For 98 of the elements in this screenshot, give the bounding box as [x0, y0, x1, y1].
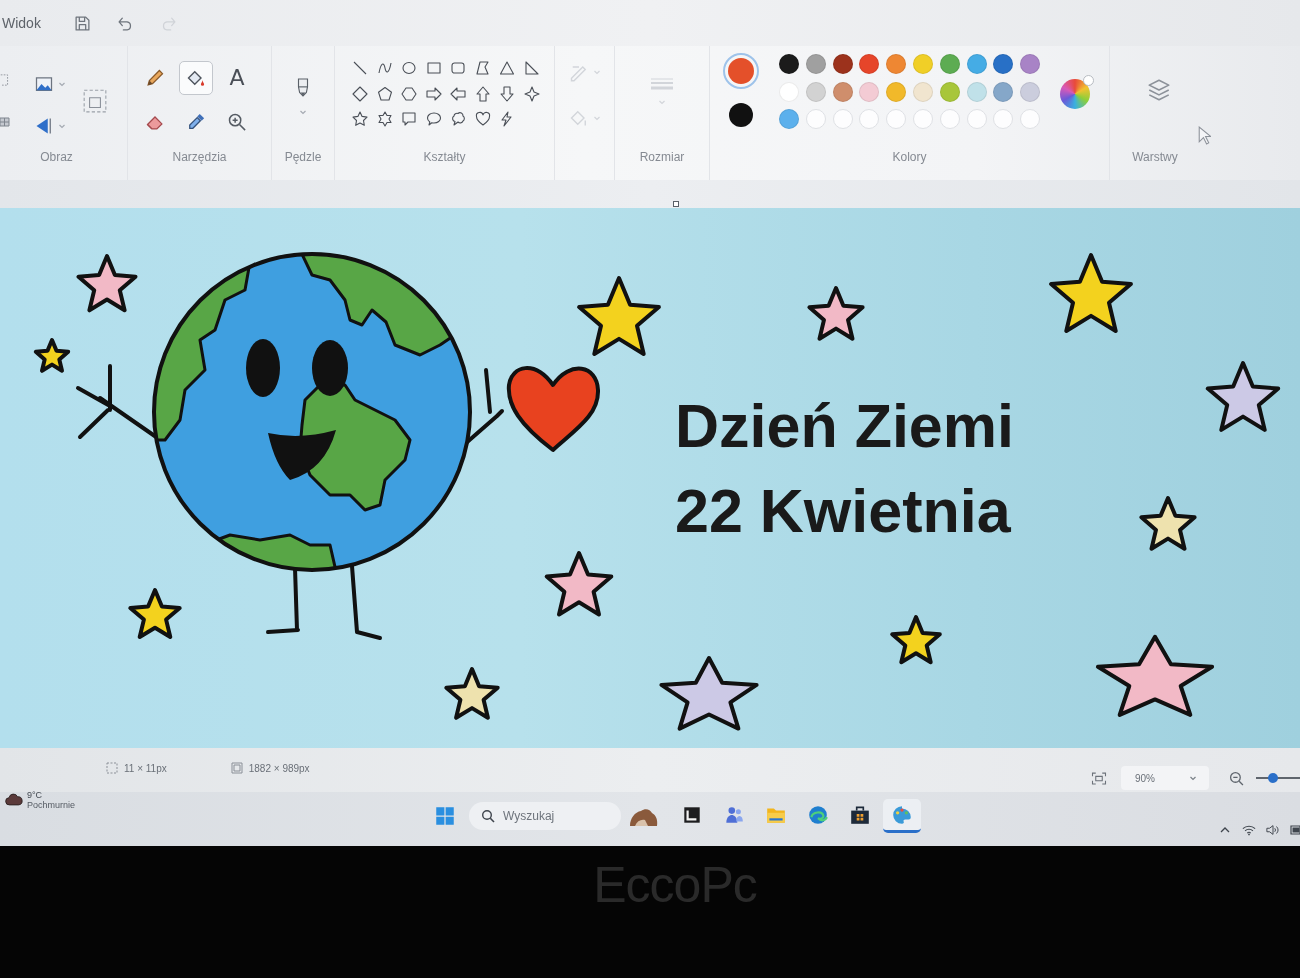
layers-icon[interactable] — [1146, 77, 1172, 103]
text-tool-button[interactable]: A — [220, 61, 254, 95]
flip-icon[interactable] — [34, 116, 54, 136]
color-swatch[interactable] — [859, 54, 880, 74]
slider-thumb[interactable] — [1267, 773, 1278, 783]
swirl-icon — [807, 803, 830, 826]
color-swatch[interactable] — [993, 54, 1014, 74]
empty-color-slot[interactable] — [859, 109, 880, 129]
right-triangle-icon[interactable] — [523, 60, 540, 76]
zoom-dropdown[interactable]: 90% — [1121, 766, 1209, 790]
tool-button[interactable] — [179, 61, 213, 95]
group-label: Obraz — [39, 149, 74, 166]
weather-condition-text: Pochmurnie — [27, 800, 76, 810]
selection-size-text: 11 × 11px — [124, 762, 167, 774]
polygon-icon[interactable] — [474, 60, 491, 76]
color-swatch[interactable] — [1020, 54, 1041, 74]
empty-color-slot[interactable] — [832, 109, 853, 129]
image-icon[interactable] — [34, 74, 54, 94]
diamond-icon[interactable] — [352, 85, 368, 102]
empty-color-slot[interactable] — [805, 109, 826, 129]
curve-icon[interactable] — [376, 60, 393, 76]
color-swatch[interactable] — [779, 109, 799, 129]
cloud-callout-icon[interactable] — [450, 111, 466, 127]
temperature-text: 9°C — [27, 790, 44, 800]
color-swatch[interactable] — [966, 54, 987, 74]
color-swatch[interactable] — [993, 81, 1014, 102]
speech-bubble-icon[interactable] — [401, 111, 417, 127]
color-swatch[interactable] — [913, 54, 933, 74]
color-swatch[interactable] — [805, 81, 826, 102]
empty-color-slot[interactable] — [966, 109, 987, 129]
star-icon[interactable] — [352, 111, 368, 127]
drawing-canvas[interactable]: Dzień Ziemi 22 Kwietnia — [0, 208, 1300, 748]
left-arrow-icon[interactable] — [450, 85, 466, 102]
rectangle-icon[interactable] — [425, 60, 442, 76]
pencil-icon[interactable] — [145, 68, 165, 88]
resize-handle[interactable] — [673, 201, 679, 207]
grid-icon[interactable] — [0, 116, 10, 128]
color-swatch[interactable] — [1020, 81, 1041, 102]
color-swatch[interactable] — [805, 54, 826, 74]
group-label: Pędzle — [283, 149, 323, 166]
palette-icon — [891, 803, 914, 826]
oval-callout-icon[interactable] — [425, 111, 442, 127]
group-label: Kolory — [891, 149, 928, 166]
resize-icon[interactable] — [82, 88, 108, 114]
color-wheel-icon[interactable] — [1060, 75, 1095, 109]
triangle-icon[interactable] — [499, 60, 515, 76]
color-swatch[interactable] — [859, 81, 880, 102]
color-swatch[interactable] — [779, 54, 799, 74]
color-swatch[interactable] — [886, 54, 907, 74]
pentagon-icon[interactable] — [376, 85, 393, 102]
current-color-swatch[interactable] — [727, 101, 755, 129]
canvas-size-text: 1882 × 989px — [248, 762, 310, 774]
canvas-text-line: 22 Kwietnia — [675, 476, 1012, 547]
selection-size-icon — [106, 762, 118, 774]
color-swatch[interactable] — [966, 81, 987, 102]
speaker-icon[interactable] — [1266, 824, 1280, 836]
empty-color-slot[interactable] — [913, 109, 933, 129]
eyedropper-icon[interactable] — [186, 112, 206, 132]
right-arrow-icon[interactable] — [425, 85, 442, 102]
search-icon — [481, 809, 496, 823]
up-arrow-icon[interactable] — [474, 85, 491, 102]
four-squares-icon[interactable] — [435, 806, 456, 826]
heart-icon[interactable] — [474, 111, 491, 127]
fit-to-window-icon[interactable] — [1091, 771, 1107, 785]
group-label: Kształty — [422, 149, 467, 166]
group-label: Warstwy — [1131, 149, 1179, 166]
line-icon[interactable] — [352, 60, 368, 76]
down-arrow-icon[interactable] — [499, 85, 515, 102]
battery-icon[interactable] — [1290, 824, 1300, 836]
shopping-bag-icon — [849, 803, 872, 826]
empty-color-slot[interactable] — [993, 109, 1014, 129]
search-field[interactable]: Wyszukaj — [469, 802, 622, 830]
group-label: Narzędzia — [171, 149, 228, 166]
canvas-size-icon — [230, 762, 243, 774]
wifi-icon[interactable] — [1242, 824, 1256, 836]
hexagon-icon[interactable] — [401, 85, 417, 102]
color-swatch[interactable] — [939, 54, 960, 74]
color-swatch[interactable] — [913, 81, 933, 102]
save-icon[interactable] — [73, 14, 91, 32]
group-label: Rozmiar — [638, 149, 686, 166]
paint-bucket-icon[interactable] — [186, 68, 206, 88]
caret-icon[interactable] — [1189, 774, 1197, 782]
color-swatch[interactable] — [832, 81, 853, 102]
empty-color-slot[interactable] — [939, 109, 960, 129]
color-swatch[interactable] — [832, 54, 853, 74]
empty-color-slot[interactable] — [886, 109, 907, 129]
four-point-star-icon[interactable] — [523, 85, 540, 102]
cloud-icon[interactable] — [5, 792, 23, 807]
empty-color-slot[interactable] — [1020, 109, 1041, 129]
menu-item[interactable]: Widok — [2, 15, 41, 31]
zoom-in-icon[interactable] — [227, 112, 247, 132]
zoom-out-icon[interactable] — [1229, 770, 1244, 786]
color-swatch[interactable] — [939, 81, 960, 102]
canvas-text-line: Dzień Ziemi — [675, 391, 1014, 462]
current-color-swatch[interactable] — [723, 53, 759, 89]
six-point-star-icon[interactable] — [376, 111, 393, 127]
color-swatch[interactable] — [886, 81, 907, 102]
mouse-pointer-icon — [1198, 126, 1211, 145]
